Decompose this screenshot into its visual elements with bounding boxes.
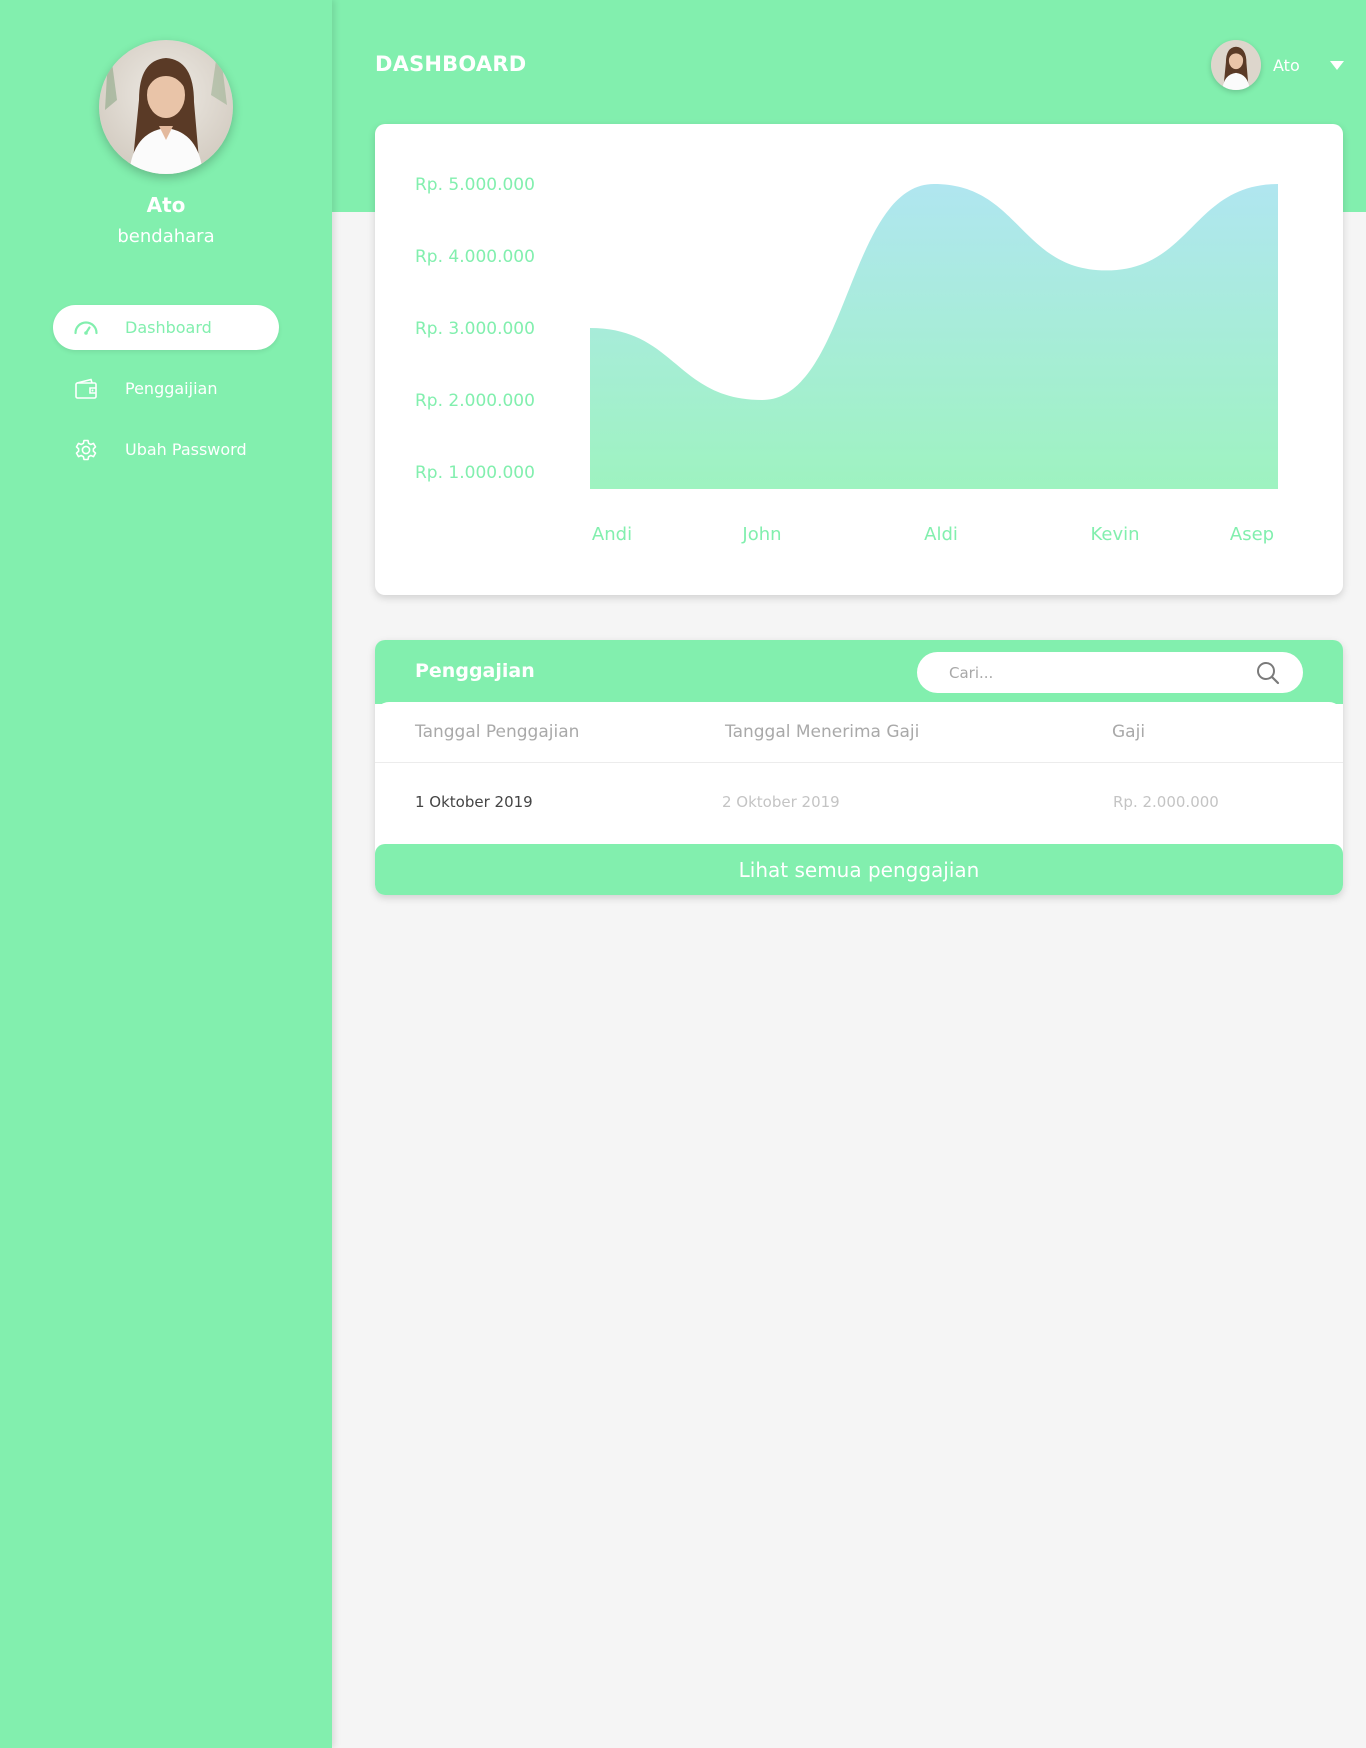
user-avatar [1211,40,1261,90]
x-tick-label: Andi [592,524,632,545]
search-box [917,652,1303,693]
payroll-table: Tanggal Penggajian Tanggal Menerima Gaji… [375,702,1343,842]
sidebar: Ato bendahara Dashboard Penggaijian Ubah… [0,0,332,1748]
sidebar-item-penggaijian[interactable]: Penggaijian [53,366,279,411]
profile-name: Ato [146,193,186,217]
profile-avatar [99,40,233,174]
sidebar-item-label: Dashboard [125,318,212,337]
sidebar-item-label: Ubah Password [125,440,247,459]
x-tick-label: Asep [1230,524,1274,545]
x-tick-label: Aldi [924,524,958,545]
y-tick-label: Rp. 3.000.000 [415,319,535,339]
gear-icon [73,437,99,463]
chart-area-series [590,184,1278,489]
search-input[interactable] [947,652,1247,693]
y-tick-label: Rp. 2.000.000 [415,391,535,411]
table-divider [375,762,1343,763]
y-tick-label: Rp. 5.000.000 [415,175,535,195]
profile-role: bendahara [117,226,215,247]
user-menu[interactable]: Ato [1211,40,1344,90]
table-cell-gaji: Rp. 2.000.000 [1113,793,1219,811]
user-name: Ato [1273,55,1300,75]
column-header-tanggal-menerima-gaji: Tanggal Menerima Gaji [725,722,920,742]
page-title: DASHBOARD [375,52,527,76]
payroll-header: Penggajian [375,640,1343,704]
sidebar-item-dashboard[interactable]: Dashboard [53,305,279,350]
column-header-gaji: Gaji [1112,722,1146,742]
x-tick-label: John [741,524,781,545]
view-all-payroll-button[interactable]: Lihat semua penggajian [375,844,1343,895]
payroll-card: Penggajian Tanggal Penggajian Tanggal Me… [375,640,1343,895]
payroll-title: Penggajian [415,660,535,682]
speedometer-icon [73,315,99,341]
sidebar-item-ubah-password[interactable]: Ubah Password [53,427,279,472]
y-tick-label: Rp. 4.000.000 [415,247,535,267]
table-cell-tanggal-menerima-gaji: 2 Oktober 2019 [722,793,840,811]
wallet-icon [73,376,99,402]
chevron-down-icon[interactable] [1329,60,1344,70]
x-tick-label: Kevin [1090,524,1139,545]
y-tick-label: Rp. 1.000.000 [415,463,535,483]
table-cell-tanggal-penggajian: 1 Oktober 2019 [415,793,533,811]
salary-chart-card: Rp. 5.000.000 Rp. 4.000.000 Rp. 3.000.000 R… [375,124,1343,595]
sidebar-item-label: Penggaijian [125,379,218,398]
search-icon[interactable] [1255,660,1281,686]
salary-chart: Rp. 5.000.000 Rp. 4.000.000 Rp. 3.000.000 R… [415,175,1278,545]
column-header-tanggal-penggajian: Tanggal Penggajian [415,722,580,742]
